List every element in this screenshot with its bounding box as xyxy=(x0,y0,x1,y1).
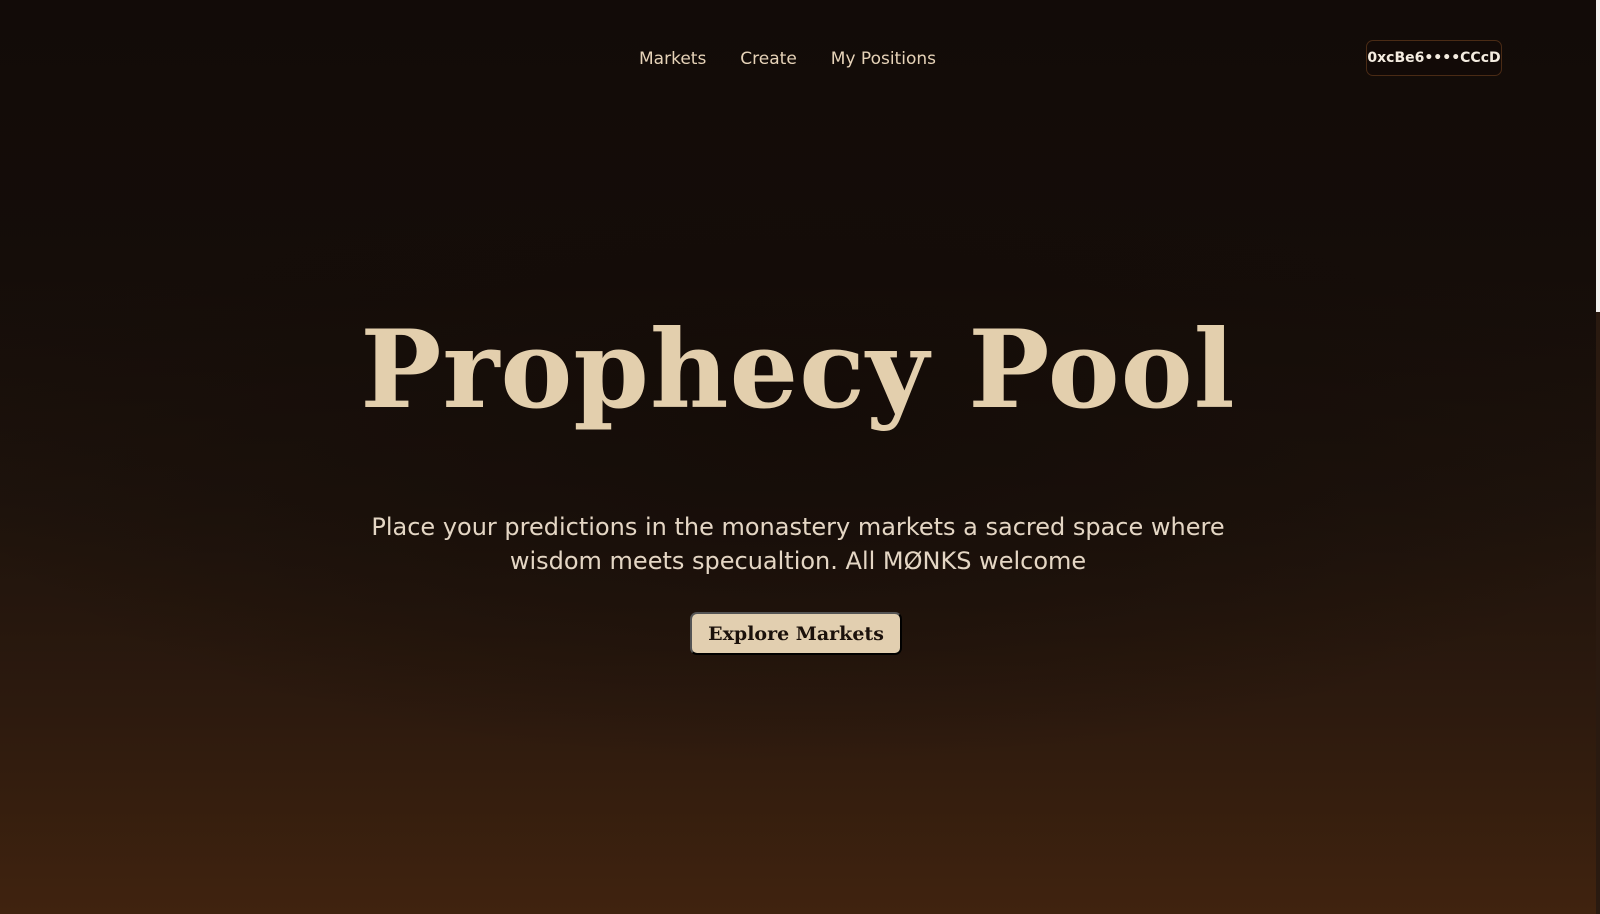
landing-page: Markets Create My Positions 0xcBe6••••CC… xyxy=(0,0,1596,914)
explore-markets-button[interactable]: Explore Markets xyxy=(690,612,902,655)
scrollbar-track[interactable] xyxy=(1596,0,1600,914)
nav-link-markets[interactable]: Markets xyxy=(639,46,706,72)
hero-subtitle: Place your predictions in the monastery … xyxy=(371,513,1225,575)
nav-links: Markets Create My Positions xyxy=(639,46,936,72)
nav-link-create[interactable]: Create xyxy=(740,46,797,72)
scrollbar-thumb[interactable] xyxy=(1596,0,1600,312)
top-navigation: Markets Create My Positions xyxy=(0,46,1596,72)
nav-link-my-positions[interactable]: My Positions xyxy=(831,46,936,72)
hero-title: Prophecy Pool xyxy=(360,307,1236,433)
wallet-address-button[interactable]: 0xcBe6••••CCcD xyxy=(1366,40,1502,76)
